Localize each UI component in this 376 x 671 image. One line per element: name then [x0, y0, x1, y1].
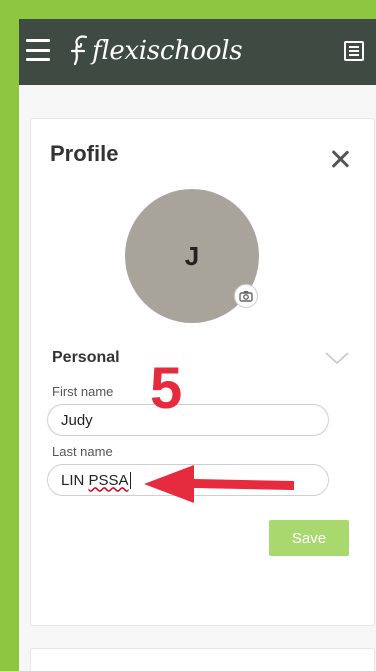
section-title-personal: Personal	[52, 349, 120, 366]
last-name-value-prefix: LIN	[61, 471, 89, 489]
flexischools-logo-mark	[69, 34, 91, 68]
close-icon[interactable]	[330, 149, 350, 169]
frame-left-border	[0, 0, 19, 671]
frame-top-border	[0, 0, 376, 19]
camera-icon[interactable]	[234, 284, 258, 308]
first-name-label: First name	[52, 384, 114, 399]
save-button[interactable]: Save	[269, 520, 349, 556]
app-bar: flexischools	[19, 19, 376, 85]
next-card	[30, 648, 375, 671]
first-name-input[interactable]	[47, 404, 329, 436]
brand-logo[interactable]: flexischools	[69, 33, 243, 69]
page-title: Profile	[50, 141, 119, 166]
last-name-value-misspelled: PSSA	[88, 471, 129, 489]
avatar-initial: J	[184, 240, 200, 271]
brand-name: flexischools	[92, 36, 243, 66]
list-icon[interactable]	[344, 41, 364, 61]
chevron-down-icon[interactable]	[324, 350, 350, 366]
menu-icon[interactable]	[26, 39, 50, 61]
arrow-left-icon	[138, 455, 298, 518]
text-cursor	[129, 471, 131, 489]
last-name-label: Last name	[52, 444, 113, 459]
step-number-annotation: 5	[150, 356, 183, 421]
